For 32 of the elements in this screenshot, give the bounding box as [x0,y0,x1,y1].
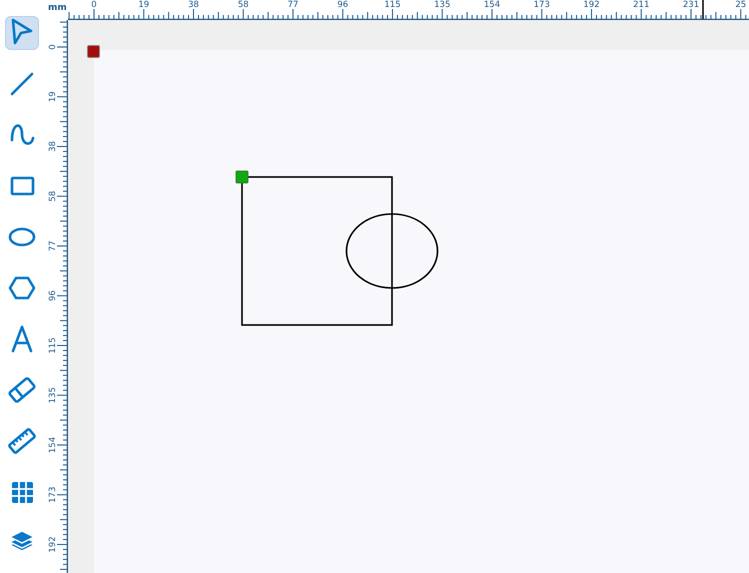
ruler-label: 135 [48,387,58,404]
ruler-label: 173 [534,0,550,10]
ruler-label: 115 [384,0,401,10]
ruler-label: 96 [337,0,348,10]
ruler-label: 58 [238,0,249,10]
ruler-label: 25 [735,0,746,10]
ruler-label: 115 [48,337,58,354]
ruler-label: 154 [484,0,500,10]
ruler-label: 192 [48,536,58,553]
ruler-label: 211 [633,0,650,10]
origin-marker[interactable] [87,45,100,58]
rectangle-shape[interactable] [241,176,393,326]
ruler-label: 192 [583,0,600,10]
ruler-label: 96 [48,290,58,302]
ruler-label: 38 [188,0,199,10]
ruler-label: 0 [48,44,58,50]
ruler-label: 154 [48,436,58,454]
ruler-label: 0 [91,0,97,10]
ruler-label: 135 [434,0,450,10]
cursor-marker [702,0,704,19]
ruler-label: 58 [48,190,58,202]
ruler-label: 173 [48,486,58,503]
selection-handle[interactable] [236,170,248,184]
unit-label: mm [48,4,67,13]
ruler-label: 77 [48,240,58,252]
ruler-label: 77 [288,0,298,10]
ruler-label: 19 [138,0,150,10]
ruler-label: 38 [48,141,58,152]
select-tool-button[interactable] [5,16,39,50]
ellipse-shape[interactable] [346,213,438,289]
ruler-label: 19 [48,91,58,102]
ruler-label: 231 [682,0,700,10]
